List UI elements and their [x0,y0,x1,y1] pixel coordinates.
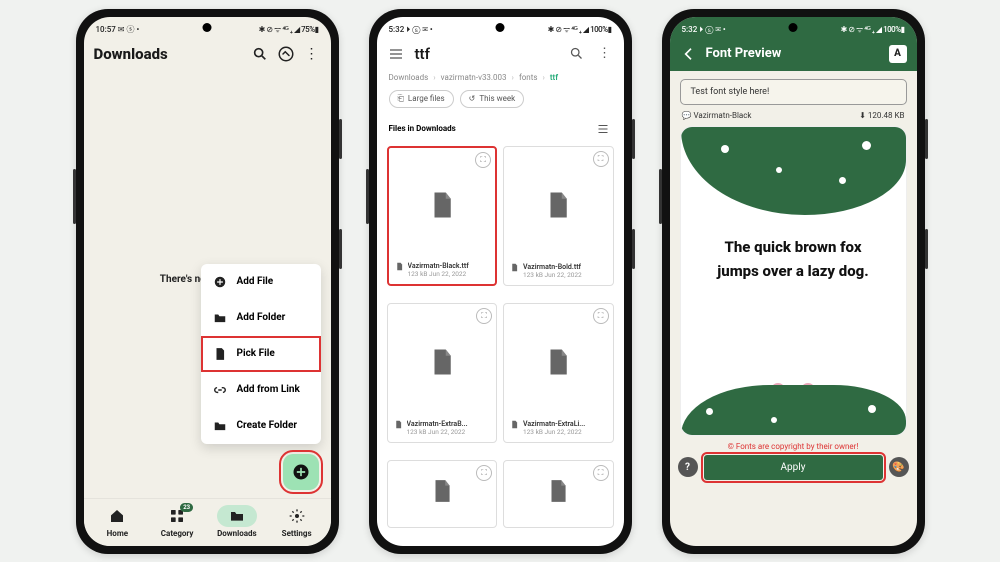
phone-1: 10:57 ✉ ⓢ • ✱ ⊘ ᯤ ⁴ᴳ ₊ ◢ 75%▮ Downloads … [76,9,339,554]
app-header: Font Preview A [670,37,917,71]
chat-icon: 💬 [682,111,692,120]
file-card[interactable]: ⛶ [503,460,614,528]
crumb[interactable]: vazirmatn-v33.003 [441,73,507,82]
file-card[interactable]: ⛶ Vazirmatn-ExtraLi... 123 kB Jun 22, 20… [503,303,614,443]
page-title: Downloads [94,45,243,63]
file-grid: ⛶ Vazirmatn-Black.ttf 123 kB Jun 22, 202… [377,142,624,546]
chip-large-files[interactable]: ⎗Large files [389,90,454,108]
more-icon[interactable]: ⋮ [596,45,614,63]
history-icon: ↺ [469,94,476,103]
nav-category[interactable]: 23 Category [147,505,207,538]
copyright-text: © Fonts are copyright by their owner! [670,442,917,451]
fab-add[interactable] [283,454,319,490]
page-title: Font Preview [706,46,881,61]
menu-add-link[interactable]: Add from Link [201,372,321,408]
badge: 23 [180,503,193,512]
chip-this-week[interactable]: ↺This week [460,90,525,108]
folder-plus-icon [211,309,229,327]
font-info: 💬 Vazirmatn-Black ⬇ 120.48 KB [670,109,917,126]
menu-icon[interactable] [387,45,405,63]
menu-create-folder[interactable]: Create Folder [201,408,321,444]
preview-card: The quick brown fox jumps over a lazy do… [680,126,907,436]
tag-icon: ⎗ [398,94,404,104]
back-icon[interactable] [680,45,698,63]
section-title: Files in Downloads [389,124,456,133]
crumb[interactable]: fonts [519,73,538,82]
plus-circle-icon [211,273,229,291]
menu-pick-file[interactable]: Pick File [201,336,321,372]
expand-icon[interactable]: ⛶ [476,308,492,324]
menu-add-file[interactable]: Add File [201,264,321,300]
crumb[interactable]: Downloads [389,73,429,82]
phone-2: 5:32 ⏵ ⓢ ✉ • ✱ ⊘ ᯤ ⁴ᴳ ₊ ◢ 100%▮ ttf ⋮ Do… [369,9,632,554]
apply-button[interactable]: Apply [704,455,883,480]
search-icon[interactable] [568,45,586,63]
more-icon[interactable]: ⋮ [303,45,321,63]
fab-menu: Add File Add Folder Pick File Add from L… [201,264,321,444]
filter-chips: ⎗Large files ↺This week [377,84,624,116]
file-card[interactable]: ⛶ Vazirmatn-Bold.ttf 123 kB Jun 22, 2022 [503,146,614,286]
nav-downloads[interactable]: Downloads [207,505,267,538]
file-card[interactable]: ⛶ [387,460,498,528]
app-header: ttf ⋮ [377,37,624,71]
menu-add-folder[interactable]: Add Folder [201,300,321,336]
search-icon[interactable] [251,45,269,63]
breadcrumb: Downloads› vazirmatn-v33.003› fonts› ttf [377,71,624,84]
expand-icon[interactable]: ⛶ [475,152,491,168]
app-header: Downloads ⋮ [84,37,331,71]
folder-icon [211,417,229,435]
page-title: ttf [415,45,558,63]
crumb-current: ttf [550,73,558,82]
nav-home[interactable]: Home [88,505,148,538]
file-pick-icon [211,345,229,363]
test-input[interactable]: Test font style here! [680,79,907,105]
help-icon[interactable]: ? [678,457,698,477]
expand-icon[interactable]: ⛶ [593,151,609,167]
file-card[interactable]: ⛶ Vazirmatn-Black.ttf 123 kB Jun 22, 202… [387,146,498,286]
download-icon: ⬇ [859,111,866,120]
palette-icon[interactable]: 🎨 [889,457,909,477]
phone-3: 5:32 ⏵ ⓢ ✉ • ✱ ⊘ ᯤ ⁴ᴳ ₊ ◢ 100%▮ Font Pre… [662,9,925,554]
pangram-text: The quick brown fox jumps over a lazy do… [681,235,906,283]
link-icon [211,381,229,399]
font-toggle-icon[interactable]: A [889,45,907,63]
view-toggle-icon[interactable] [594,120,612,138]
expand-icon[interactable]: ⛶ [593,465,609,481]
expand-icon[interactable]: ⛶ [593,308,609,324]
progress-icon[interactable] [277,45,295,63]
bottom-nav: Home 23 Category Downloads Settings [84,498,331,546]
nav-settings[interactable]: Settings [267,505,327,538]
file-card[interactable]: ⛶ Vazirmatn-ExtraB... 123 kB Jun 22, 202… [387,303,498,443]
